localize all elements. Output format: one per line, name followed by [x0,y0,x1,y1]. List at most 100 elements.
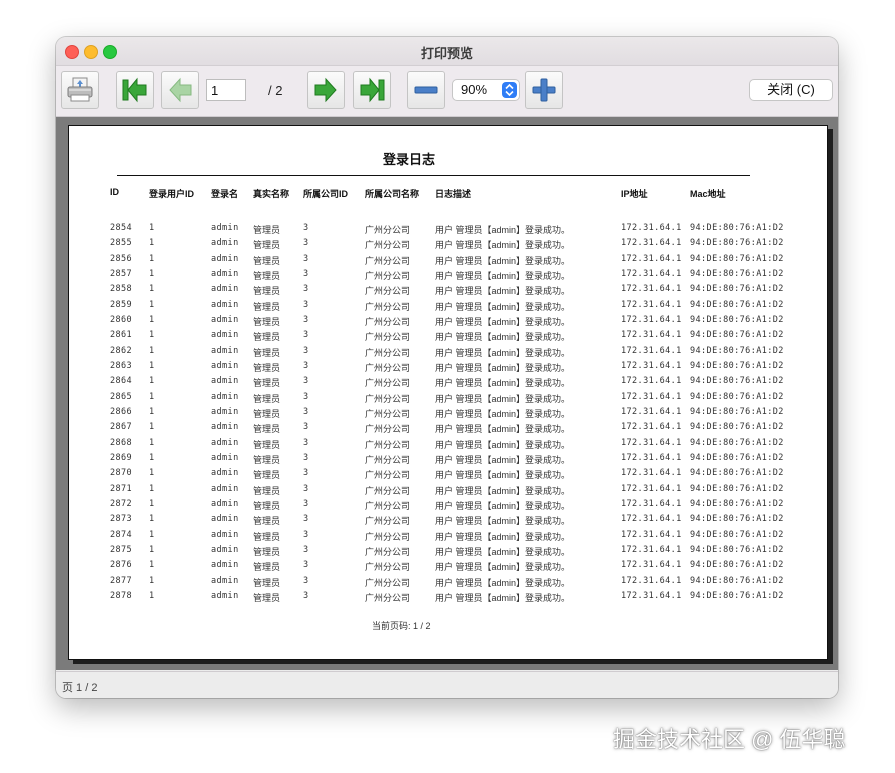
zoom-out-button[interactable] [407,71,445,109]
table-cell: 管理员 [253,408,281,419]
table-cell: 管理员 [253,562,281,573]
document-page: 登录日志 ID 登录用户ID 登录名 真实名称 所属公司ID 所属公司名称 日志描述 IP地址… [68,125,828,660]
table-cell: 2873 [110,514,133,525]
table-cell: 广州分公司 [365,301,411,312]
table-cell: 172.31.64.1 [621,268,682,279]
next-page-button[interactable] [307,71,345,109]
table-cell: 广州分公司 [365,270,411,281]
table-cell: 94:DE:80:76:A1:D2 [690,514,784,525]
table-cell: 2868 [110,437,133,448]
table-cell: 172.31.64.1 [621,422,682,433]
table-cell: 2855 [110,238,133,249]
table-cell: admin [211,498,239,509]
table-row: 2859 1 admin 管理员 3 广州分公司 用户 管理员【admin】登录成功。 172… [69,300,829,315]
preview-area[interactable]: 登录日志 ID 登录用户ID 登录名 真实名称 所属公司ID 所属公司名称 日志描述 IP地址… [56,117,838,670]
column-header: Mac地址 [690,189,726,199]
table-cell: 94:DE:80:76:A1:D2 [690,498,784,509]
table-cell: 1 [149,238,155,249]
table-cell: 1 [149,514,155,525]
table-row: 2862 1 admin 管理员 3 广州分公司 用户 管理员【admin】登录成功。 172… [69,346,829,361]
table-cell: 1 [149,483,155,494]
table-cell: 94:DE:80:76:A1:D2 [690,468,784,479]
page-number-input[interactable] [206,79,246,101]
table-cell: 管理员 [253,439,281,450]
table-cell: 用户 管理员【admin】登录成功。 [435,439,571,450]
table-cell: 3 [303,498,309,509]
table-cell: 2861 [110,330,133,341]
table-cell: 1 [149,560,155,571]
table-cell: 用户 管理员【admin】登录成功。 [435,332,571,343]
table-cell: admin [211,391,239,402]
table-cell: 3 [303,437,309,448]
table-cell: 用户 管理员【admin】登录成功。 [435,255,571,266]
table-cell: 管理员 [253,316,281,327]
zoom-value: 90% [461,82,488,97]
table-cell: 94:DE:80:76:A1:D2 [690,223,784,233]
table-cell: 1 [149,345,155,356]
table-cell: 3 [303,529,309,540]
first-page-button[interactable] [116,71,154,109]
table-cell: 1 [149,299,155,310]
zoom-in-button[interactable] [525,71,563,109]
table-cell: 3 [303,360,309,371]
table-cell: 94:DE:80:76:A1:D2 [690,238,784,249]
table-cell: 94:DE:80:76:A1:D2 [690,575,784,586]
column-header: 日志描述 [435,189,472,199]
table-cell: 172.31.64.1 [621,391,682,402]
table-cell: 172.31.64.1 [621,345,682,356]
table-row: 2869 1 admin 管理员 3 广州分公司 用户 管理员【admin】登录成功。 172… [69,453,829,468]
table-cell: 管理员 [253,301,281,312]
table-cell: 2877 [110,575,133,586]
table-cell: admin [211,360,239,371]
previous-page-button[interactable] [161,71,199,109]
table-cell: 管理员 [253,516,281,527]
table-cell: 广州分公司 [365,393,411,404]
table-cell: 1 [149,406,155,417]
table-cell: 广州分公司 [365,500,411,511]
column-header: 登录用户ID [149,189,195,199]
print-button[interactable] [61,71,99,109]
table-row: 2865 1 admin 管理员 3 广州分公司 用户 管理员【admin】登录成功。 172… [69,392,829,407]
table-cell: 94:DE:80:76:A1:D2 [690,529,784,540]
table-cell: 172.31.64.1 [621,452,682,463]
table-cell: 94:DE:80:76:A1:D2 [690,314,784,325]
table-cell: 1 [149,330,155,341]
table-cell: 1 [149,452,155,463]
table-row: 2856 1 admin 管理员 3 广州分公司 用户 管理员【admin】登录成功。 172… [69,254,829,269]
table-cell: admin [211,575,239,586]
table-cell: 用户 管理员【admin】登录成功。 [435,378,571,389]
table-cell: 94:DE:80:76:A1:D2 [690,590,784,601]
table-cell: 94:DE:80:76:A1:D2 [690,330,784,341]
table-cell: admin [211,330,239,341]
table-cell: 172.31.64.1 [621,238,682,249]
table-cell: 管理员 [253,270,281,281]
last-page-button[interactable] [353,71,391,109]
table-row: 2871 1 admin 管理员 3 广州分公司 用户 管理员【admin】登录成功。 172… [69,484,829,499]
table-row: 2863 1 admin 管理员 3 广州分公司 用户 管理员【admin】登录成功。 172… [69,361,829,376]
table-cell: 3 [303,575,309,586]
column-header: 所属公司ID [303,189,349,199]
table-cell: 广州分公司 [365,439,411,450]
table-cell: 172.31.64.1 [621,560,682,571]
table-cell: 广州分公司 [365,286,411,297]
status-bar: 页 1 / 2 [56,671,838,698]
table-cell: admin [211,452,239,463]
table-cell: admin [211,468,239,479]
close-button[interactable]: 关闭 (C) [749,79,833,101]
table-row: 2857 1 admin 管理员 3 广州分公司 用户 管理员【admin】登录成功。 172… [69,269,829,284]
table-cell: 1 [149,468,155,479]
table-row: 2877 1 admin 管理员 3 广州分公司 用户 管理员【admin】登录成功。 172… [69,576,829,591]
table-cell: 94:DE:80:76:A1:D2 [690,452,784,463]
select-arrows-icon [502,82,517,98]
table-cell: 广州分公司 [365,424,411,435]
table-cell: 广州分公司 [365,577,411,588]
table-cell: admin [211,253,239,264]
table-cell: 用户 管理员【admin】登录成功。 [435,286,571,297]
table-cell: 1 [149,314,155,325]
table-cell: 管理员 [253,378,281,389]
table-cell: 用户 管理员【admin】登录成功。 [435,362,571,373]
zoom-select[interactable]: 90% [452,79,520,101]
table-cell: 172.31.64.1 [621,544,682,555]
table-cell: 2878 [110,590,133,601]
table-cell: 用户 管理员【admin】登录成功。 [435,225,571,235]
